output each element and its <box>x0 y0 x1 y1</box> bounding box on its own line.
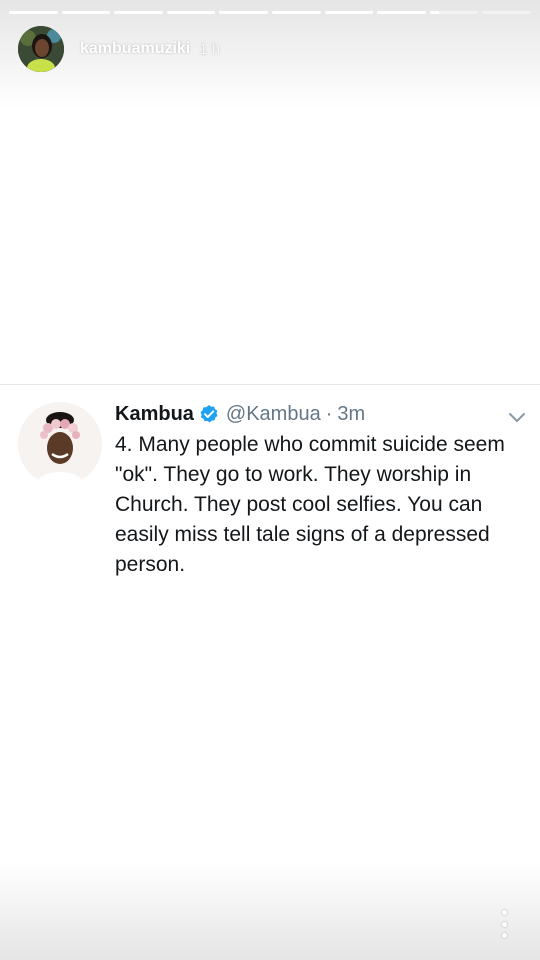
tweet-timestamp[interactable]: 3m <box>337 403 365 426</box>
progress-segment <box>271 11 321 14</box>
progress-segment <box>377 11 426 14</box>
bottom-gradient <box>0 860 540 960</box>
verified-badge-icon <box>199 404 219 424</box>
progress-segment <box>324 11 374 14</box>
progress-segment <box>482 11 531 14</box>
progress-segment <box>9 11 58 14</box>
story-progress-bar <box>9 11 531 14</box>
tweet-text: 4. Many people who commit suicide seem "… <box>115 433 505 576</box>
more-vertical-icon[interactable] <box>494 910 514 938</box>
tweet-header: Kambua @Kambua · 3m <box>115 400 365 428</box>
progress-segment <box>114 11 163 14</box>
story-header: kambuamuziki 1 h <box>18 26 220 72</box>
progress-segment <box>219 11 268 14</box>
progress-segment <box>429 11 479 14</box>
tweet-author-handle[interactable]: @Kambua <box>226 403 321 426</box>
tweet-divider <box>0 384 540 385</box>
tweet-author-name[interactable]: Kambua <box>115 403 194 426</box>
story-avatar[interactable] <box>18 26 64 72</box>
chevron-down-icon[interactable] <box>508 410 526 424</box>
story-username[interactable]: kambuamuziki <box>80 40 190 58</box>
tweet-separator: · <box>325 402 333 425</box>
progress-segment-fill <box>429 11 440 14</box>
tweet-avatar[interactable] <box>18 402 102 486</box>
story-time-ago: 1 h <box>199 40 221 58</box>
progress-segment <box>61 11 111 14</box>
progress-segment <box>166 11 216 14</box>
